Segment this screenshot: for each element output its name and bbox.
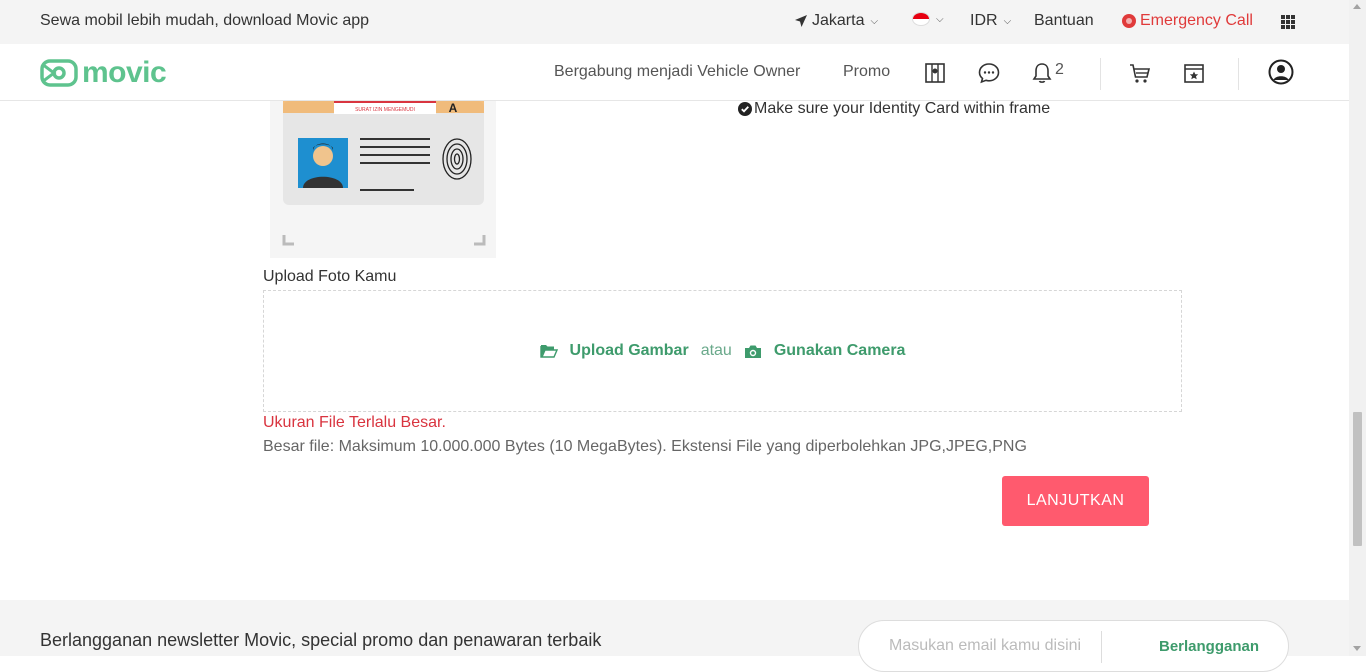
promo-link[interactable]: Promo <box>843 63 890 81</box>
movic-logo-icon <box>40 59 78 87</box>
app-promo-text[interactable]: Sewa mobil lebih mudah, download Movic a… <box>40 12 369 30</box>
newsletter-section: Berlangganan newsletter Movic, special p… <box>0 600 1349 672</box>
location-label: Jakarta <box>812 12 865 29</box>
profile-icon[interactable] <box>1268 59 1294 85</box>
scroll-down-arrow-icon[interactable] <box>1353 646 1361 651</box>
cart-icon[interactable] <box>1128 61 1152 85</box>
movic-logo[interactable]: movic <box>40 56 167 89</box>
use-camera-label: Gunakan Camera <box>773 342 906 359</box>
subscribe-button[interactable]: Berlangganan <box>1159 638 1259 655</box>
logo-text: movic <box>82 56 167 89</box>
notification-button[interactable]: 2 <box>1031 61 1071 85</box>
bell-icon <box>1032 63 1052 83</box>
currency-selector[interactable]: IDR ⌵ <box>970 12 1011 30</box>
nav-divider <box>1100 58 1101 90</box>
voucher-icon[interactable] <box>1182 61 1206 85</box>
use-camera-button[interactable]: Gunakan Camera <box>744 342 906 360</box>
file-size-error: Ukuran File Terlalu Besar. <box>263 414 446 431</box>
card-title-text: SURAT IZIN MENGEMUDI <box>355 107 415 113</box>
newsletter-email-input[interactable] <box>889 637 1099 655</box>
or-separator-text: atau <box>700 342 732 359</box>
upload-photo-label: Upload Foto Kamu <box>263 268 397 285</box>
chat-icon[interactable] <box>977 61 1001 85</box>
location-arrow-icon <box>795 15 807 27</box>
upload-dropzone[interactable]: Upload Gambar atau Gunakan Camera <box>263 290 1182 412</box>
page-scrollbar[interactable] <box>1349 0 1366 656</box>
card-class-text: A <box>449 101 458 115</box>
emergency-icon <box>1122 14 1136 28</box>
folder-open-icon <box>539 345 558 358</box>
id-card-illustration: SURAT IZIN MENGEMUDI A <box>282 101 486 246</box>
file-requirements-hint: Besar file: Maksimum 10.000.000 Bytes (1… <box>263 438 1027 455</box>
map-guide-icon[interactable] <box>924 61 948 85</box>
chevron-down-icon: ⌵ <box>936 13 944 25</box>
location-selector[interactable]: Jakarta ⌵ <box>794 12 878 30</box>
nav-divider <box>1238 58 1239 90</box>
help-link[interactable]: Bantuan <box>1034 12 1094 30</box>
scroll-thumb[interactable] <box>1353 412 1362 546</box>
main-navbar: movic Bergabung menjadi Vehicle Owner Pr… <box>0 44 1349 101</box>
newsletter-form: Berlangganan <box>858 620 1289 672</box>
language-selector[interactable]: ⌵ <box>912 12 944 26</box>
upload-image-label: Upload Gambar <box>569 342 689 359</box>
chevron-down-icon: ⌵ <box>870 15 879 27</box>
continue-button[interactable]: LANJUTKAN <box>1002 476 1149 526</box>
chevron-down-icon: ⌵ <box>1003 15 1012 27</box>
emergency-label: Emergency Call <box>1140 12 1253 29</box>
notification-count: 2 <box>1055 61 1064 78</box>
id-card-frame: SURAT IZIN MENGEMUDI A <box>270 101 496 258</box>
grid-icon <box>1281 15 1295 29</box>
id-frame-instruction: Make sure your Identity Card within fram… <box>738 100 1050 118</box>
check-circle-icon <box>738 102 752 116</box>
vehicle-owner-link[interactable]: Bergabung menjadi Vehicle Owner <box>554 63 800 81</box>
upload-image-button[interactable]: Upload Gambar <box>539 342 689 360</box>
newsletter-text: Berlangganan newsletter Movic, special p… <box>40 630 602 650</box>
indonesia-flag-icon <box>912 12 930 26</box>
scroll-up-arrow-icon[interactable] <box>1353 4 1361 9</box>
apps-menu-button[interactable] <box>1281 15 1295 29</box>
instruction-text: Make sure your Identity Card within fram… <box>754 100 1051 117</box>
emergency-call-link[interactable]: Emergency Call <box>1122 12 1253 30</box>
currency-label: IDR <box>970 12 998 29</box>
top-utility-bar: Sewa mobil lebih mudah, download Movic a… <box>0 0 1349 44</box>
camera-icon <box>744 345 761 358</box>
newsletter-divider <box>1101 631 1102 663</box>
